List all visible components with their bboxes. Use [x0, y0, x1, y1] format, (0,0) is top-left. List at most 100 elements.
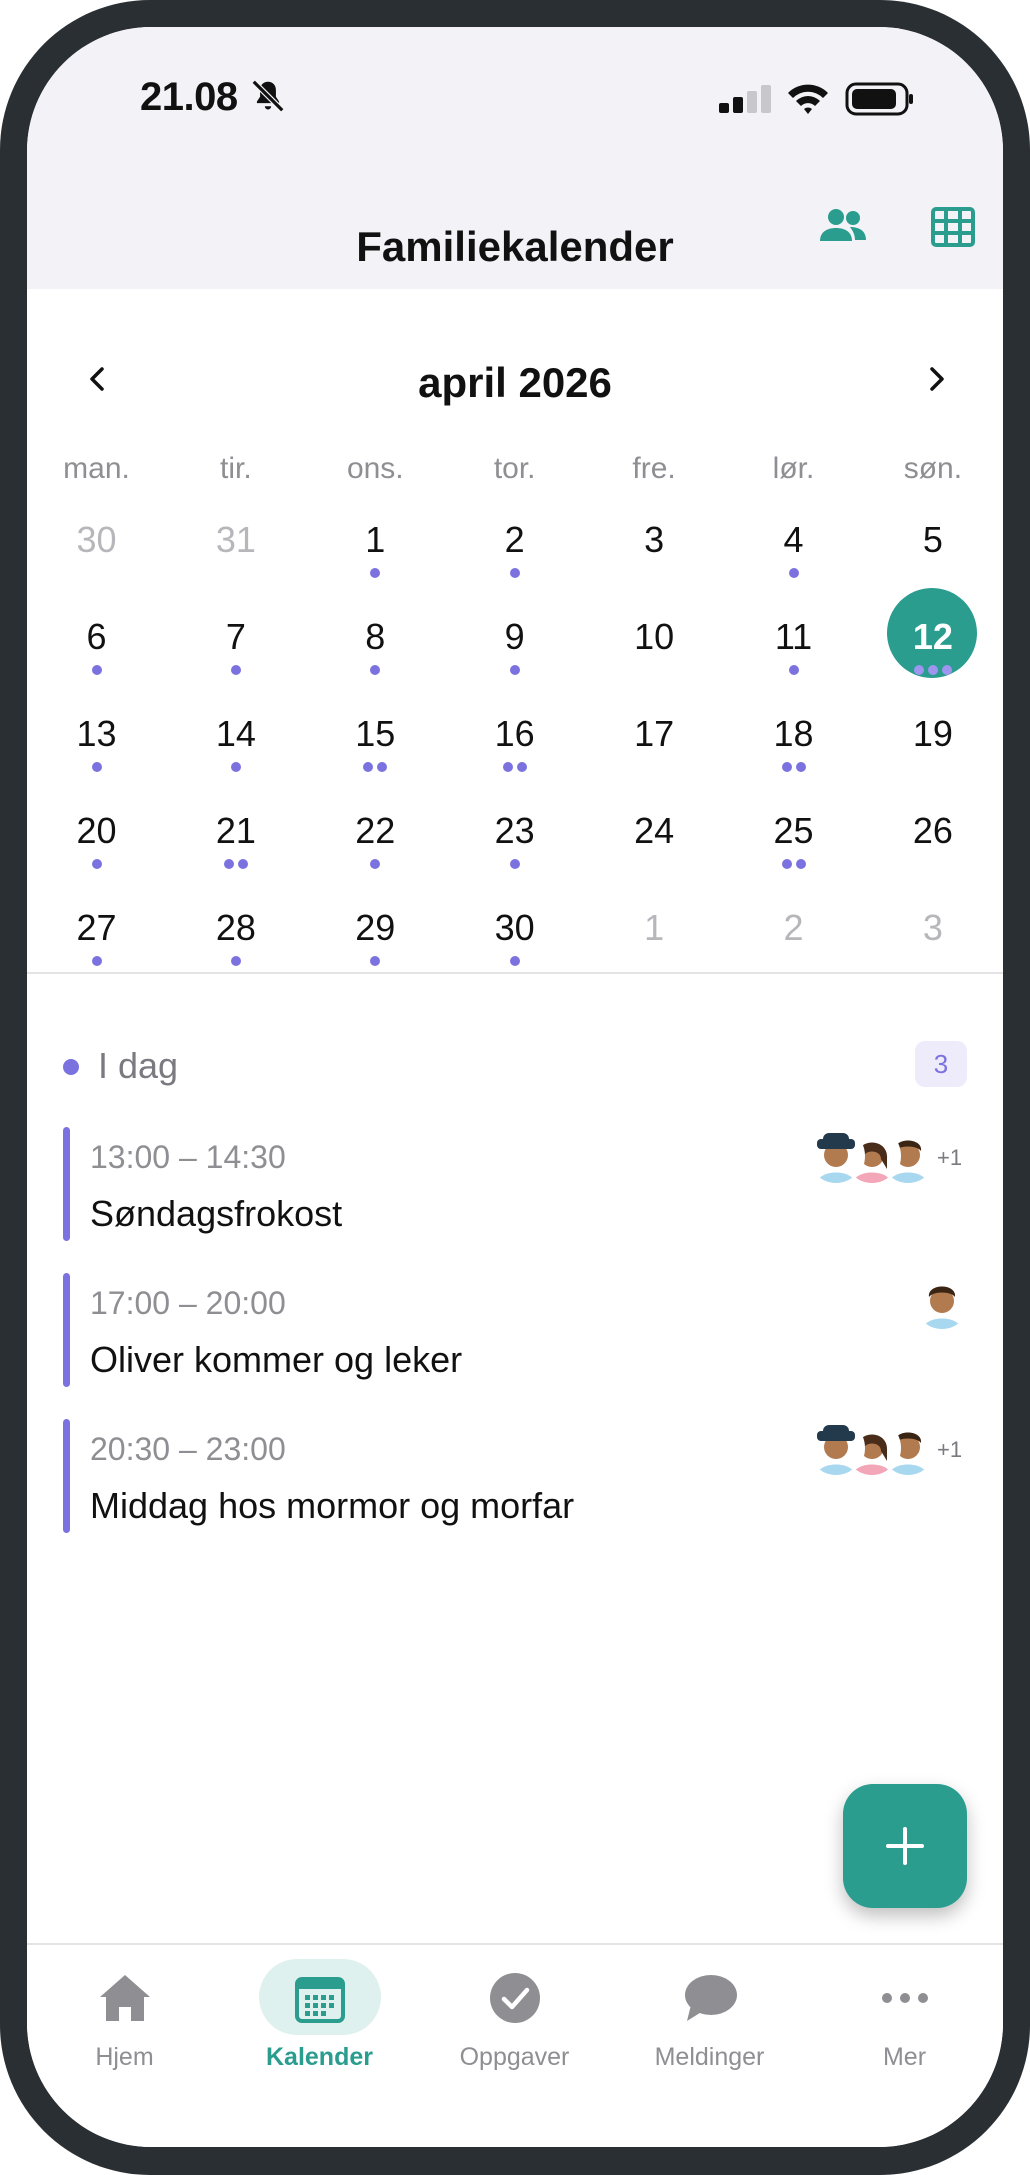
tab-meldinger[interactable]: Meldinger [612, 1959, 807, 2099]
event-item[interactable]: 17:00 – 20:00 Oliver kommer og leker [63, 1273, 971, 1387]
day-number: 11 [774, 616, 813, 657]
calendar-day[interactable]: 4 [724, 516, 863, 612]
day-number: 28 [215, 907, 256, 948]
event-item[interactable]: 13:00 – 14:30 Søndagsfrokost +1 [63, 1127, 967, 1241]
calendar-day[interactable]: 25 [724, 807, 863, 903]
calendar-day[interactable]: 16 [445, 710, 584, 806]
event-time: 13:00 – 14:30 [90, 1139, 286, 1175]
event-dots [166, 568, 305, 580]
day-number: 29 [355, 907, 396, 948]
calendar-day[interactable]: 27 [27, 904, 166, 1000]
event-dot [509, 956, 520, 966]
event-dots [445, 956, 584, 968]
calendar-day[interactable]: 3 [863, 904, 1002, 1000]
grid-view-icon[interactable] [927, 205, 979, 249]
event-dots [166, 762, 305, 774]
avatar [807, 1419, 865, 1477]
event-color-bar [63, 1127, 70, 1241]
weekday-label: tor. [493, 452, 536, 485]
tab-bar: Hjem Kalender Oppgaver Meldinger Mer [27, 1943, 1003, 2147]
calendar-day[interactable]: 1 [306, 516, 445, 612]
tab-label: Oppgaver [459, 2043, 570, 2071]
calendar-day[interactable]: 31 [166, 516, 305, 612]
calendar-day[interactable]: 9 [445, 613, 584, 709]
calendar-day[interactable]: 23 [445, 807, 584, 903]
calendar-day[interactable]: 19 [863, 710, 1002, 806]
event-dot [509, 568, 520, 578]
calendar-day[interactable]: 1 [585, 904, 724, 1000]
day-number: 13 [76, 713, 117, 754]
event-dots [585, 956, 724, 968]
calendar-day[interactable]: 15 [306, 710, 445, 806]
calendar-day[interactable]: 30 [445, 904, 584, 1000]
people-icon[interactable] [817, 205, 869, 249]
day-number: 31 [215, 519, 256, 560]
calendar-day[interactable]: 6 [27, 613, 166, 709]
event-dots [306, 568, 445, 580]
day-number: 1 [365, 519, 386, 560]
day-number: 6 [86, 616, 107, 657]
calendar-day[interactable]: 7 [166, 613, 305, 709]
tab-label: Kalender [266, 2043, 373, 2071]
avatar [807, 1127, 865, 1185]
day-number: 12 [912, 616, 953, 657]
tab-label: Hjem [95, 2043, 154, 2071]
calendar-day[interactable]: 17 [585, 710, 724, 806]
event-title: Søndagsfrokost [90, 1193, 343, 1234]
event-item[interactable]: 20:30 – 23:00 Middag hos mormor og morfar… [63, 1419, 967, 1533]
calendar-day[interactable]: 29 [306, 904, 445, 1000]
calendar-day[interactable]: 10 [585, 613, 724, 709]
weekday-label: lør. [772, 452, 815, 485]
calendar-day[interactable]: 28 [166, 904, 305, 1000]
calendar-day[interactable]: 8 [306, 613, 445, 709]
calendar-day[interactable]: 26 [863, 807, 1002, 903]
chevron-right-icon[interactable] [917, 359, 957, 399]
day-number: 16 [494, 713, 535, 754]
tab-hjem[interactable]: Hjem [27, 1959, 222, 2099]
event-dots [306, 762, 445, 774]
event-dot [91, 665, 102, 675]
calendar-day[interactable]: 11 [724, 613, 863, 709]
tab-kalender[interactable]: Kalender [222, 1959, 417, 2099]
calendar-day[interactable]: 2 [724, 904, 863, 1000]
calendar-day[interactable]: 20 [27, 807, 166, 903]
signal-icon [719, 85, 771, 113]
calendar-day[interactable]: 18 [724, 710, 863, 806]
day-number: 5 [922, 519, 943, 560]
day-number: 23 [494, 810, 535, 851]
add-event-button[interactable] [843, 1784, 967, 1908]
day-number: 30 [494, 907, 535, 948]
avatar [913, 1273, 971, 1331]
calendar-day[interactable]: 30 [27, 516, 166, 612]
day-number: 21 [215, 810, 256, 851]
event-dot [502, 762, 513, 772]
calendar-day[interactable]: 3 [585, 516, 724, 612]
event-dots [445, 762, 584, 774]
tab-mer[interactable]: Mer [807, 1959, 1002, 2099]
tab-oppgaver[interactable]: Oppgaver [417, 1959, 612, 2099]
divider [27, 972, 1003, 974]
event-dot [788, 665, 799, 675]
day-number: 19 [912, 713, 953, 754]
calendar-day[interactable]: 22 [306, 807, 445, 903]
calendar-day[interactable]: 2 [445, 516, 584, 612]
event-title: Oliver kommer og leker [90, 1339, 463, 1380]
section-title: I dag [98, 1045, 179, 1086]
calendar-day[interactable]: 14 [166, 710, 305, 806]
event-dot [941, 665, 952, 675]
event-dots [27, 859, 166, 871]
day-number: 4 [783, 519, 804, 560]
event-dot [370, 568, 381, 578]
event-dots [306, 956, 445, 968]
participant-avatars [913, 1273, 971, 1331]
check-circle-icon [490, 1973, 540, 2023]
calendar-day-today[interactable]: 12 [863, 588, 1002, 709]
tab-label: Meldinger [654, 2043, 765, 2071]
wifi-icon [788, 84, 828, 114]
calendar-day[interactable]: 13 [27, 710, 166, 806]
calendar-day[interactable]: 24 [585, 807, 724, 903]
calendar-day[interactable]: 21 [166, 807, 305, 903]
event-dot [91, 859, 102, 869]
status-time: 21.08 [140, 75, 238, 119]
participant-avatars: +1 [807, 1419, 967, 1477]
